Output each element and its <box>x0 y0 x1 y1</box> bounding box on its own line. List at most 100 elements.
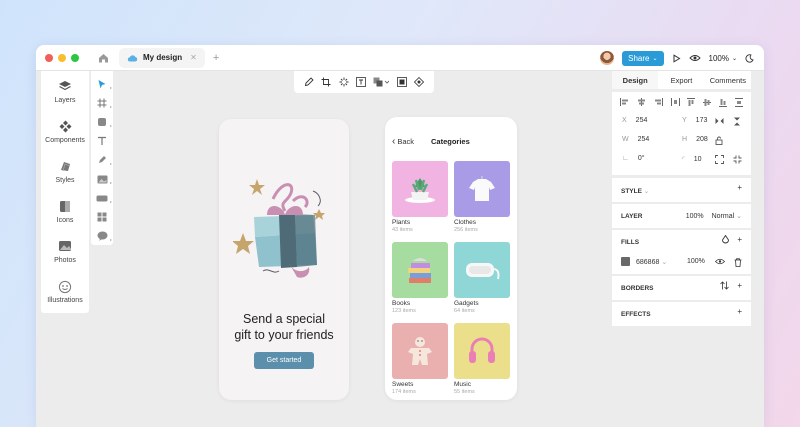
share-button[interactable]: Share ⌄ <box>622 50 664 66</box>
style-label[interactable]: STYLE ⌄ <box>621 187 649 195</box>
align-right-icon[interactable] <box>654 98 663 106</box>
lock-ratio-icon[interactable] <box>715 136 723 145</box>
flip-vertical-icon[interactable] <box>733 117 741 126</box>
layer-opacity[interactable]: 100% <box>686 213 704 220</box>
trash-icon[interactable] <box>734 258 742 267</box>
categories-title: Categories <box>431 137 470 146</box>
close-tab-icon[interactable]: ✕ <box>190 53 197 62</box>
add-fill-icon[interactable]: + <box>737 235 742 244</box>
x-field[interactable]: X 254 <box>622 117 647 124</box>
collapse-icon[interactable] <box>733 155 742 164</box>
tab-export[interactable]: Export <box>658 71 704 89</box>
component-tool-icon[interactable] <box>95 210 109 224</box>
radius-value: 10 <box>693 156 702 163</box>
align-bottom-icon[interactable] <box>719 98 728 107</box>
droplet-icon[interactable] <box>722 235 730 244</box>
align-center-h-icon[interactable] <box>637 98 646 106</box>
select-tool-icon[interactable]: ▸ <box>95 77 112 91</box>
expand-icon[interactable] <box>715 155 724 164</box>
blend-mode-dropdown[interactable]: Normal ⌄ <box>712 212 742 220</box>
layers-stack-icon[interactable] <box>373 77 390 87</box>
category-card-gadgets[interactable]: Gadgets 64 items <box>454 242 510 314</box>
tab-design[interactable]: Design <box>612 71 659 89</box>
tab-my-design[interactable]: My design ✕ <box>119 47 205 68</box>
crop-icon[interactable] <box>321 77 331 87</box>
borders-label: BORDERS <box>621 285 654 292</box>
left-item-styles[interactable]: Styles <box>41 160 89 184</box>
pencil-icon[interactable] <box>304 77 314 87</box>
fill-swatch[interactable] <box>621 257 630 266</box>
tab-comments[interactable]: Comments <box>705 71 751 89</box>
fill-opacity[interactable]: 100% <box>687 258 705 265</box>
titlebar-actions: Share ⌄ 100% ⌄ <box>600 48 754 68</box>
back-button[interactable]: ‹ Back <box>392 136 414 146</box>
category-count: 174 items <box>392 389 416 395</box>
fill-hex-field[interactable]: 686868 ⌄ <box>636 258 667 266</box>
category-card-music[interactable]: Music 55 items <box>454 323 510 395</box>
phone-frame-categories[interactable]: ‹ Back Categories Plants 43 items Clothe… <box>385 117 517 400</box>
y-field[interactable]: Y 173 <box>682 117 707 124</box>
maximize-window-button[interactable] <box>71 53 79 62</box>
left-item-label: Photos <box>54 257 76 264</box>
chevron-down-icon: ⌄ <box>643 188 650 195</box>
pen-tool-icon[interactable]: ▸ <box>95 153 112 167</box>
radius-field[interactable]: ◜ 10 <box>682 155 702 163</box>
get-started-button[interactable]: Get started <box>254 352 314 369</box>
text-tool-icon[interactable] <box>95 134 109 148</box>
rotation-field[interactable]: ∟ 0° <box>622 155 645 162</box>
avatar[interactable] <box>600 51 615 65</box>
category-card-plants[interactable]: Plants 43 items <box>392 161 448 233</box>
chevron-down-icon: ⌄ <box>661 259 668 266</box>
target-icon[interactable] <box>414 77 425 87</box>
category-card-sweets[interactable]: Sweets 174 items <box>392 323 448 395</box>
left-item-layers[interactable]: Layers <box>41 80 89 104</box>
left-item-components[interactable]: Components <box>41 120 89 144</box>
illustrations-icon <box>58 280 72 294</box>
eye-icon[interactable] <box>688 54 701 62</box>
add-effect-icon[interactable]: + <box>737 307 742 316</box>
distribute-h-icon[interactable] <box>670 98 680 106</box>
moon-icon[interactable] <box>745 53 754 63</box>
sort-arrows-icon[interactable] <box>720 281 730 290</box>
align-left-icon[interactable] <box>620 98 629 106</box>
h-field[interactable]: H 208 <box>682 136 708 143</box>
image-tool-icon[interactable]: ▸ <box>95 172 112 186</box>
text-frame-icon[interactable] <box>356 77 366 87</box>
chat-tool-icon[interactable]: ▸ <box>95 229 112 243</box>
home-icon[interactable] <box>97 52 109 64</box>
left-item-illustrations[interactable]: Illustrations <box>41 280 89 304</box>
x-value: 254 <box>635 117 648 124</box>
w-field[interactable]: W 254 <box>622 136 649 143</box>
w-value: 254 <box>637 136 650 143</box>
flip-horizontal-icon[interactable] <box>715 117 724 125</box>
add-style-icon[interactable]: + <box>737 183 742 192</box>
align-top-icon[interactable] <box>687 97 696 107</box>
category-card-books[interactable]: Books 123 items <box>392 242 448 314</box>
eye-icon[interactable] <box>715 258 725 265</box>
category-count: 55 items <box>454 389 475 395</box>
close-window-button[interactable] <box>45 53 53 62</box>
align-center-v-icon[interactable] <box>703 98 712 107</box>
add-border-icon[interactable]: + <box>737 281 742 290</box>
tool-strip: ▸ ▸ ▸ ▸ ▸ ▸ ▸ <box>91 71 113 245</box>
left-item-photos[interactable]: Photos <box>41 240 89 264</box>
magic-icon[interactable] <box>339 77 349 87</box>
shape-tool-icon[interactable]: ▸ <box>95 115 112 129</box>
zoom-dropdown[interactable]: 100% ⌄ <box>709 54 738 63</box>
phone-frame-gift[interactable]: Send a special gift to your friends Get … <box>219 119 349 400</box>
category-card-clothes[interactable]: Clothes 256 items <box>454 161 510 233</box>
button-tool-icon[interactable]: ▸ <box>95 191 112 205</box>
chevron-down-icon: ⌄ <box>652 55 658 62</box>
minimize-window-button[interactable] <box>58 53 66 62</box>
category-name: Music <box>454 381 471 388</box>
right-panel: Design Export Comments X 254 Y 173 W 254 H 2… <box>612 71 751 427</box>
left-item-icons[interactable]: Icons <box>41 200 89 224</box>
left-panel: Layers Components Styles Icons Photos Il… <box>41 71 89 313</box>
grid-frame-icon[interactable] <box>396 77 407 87</box>
clothes-image <box>454 161 510 217</box>
new-tab-icon[interactable]: + <box>213 52 219 64</box>
frame-tool-icon[interactable]: ▸ <box>95 96 112 110</box>
play-icon[interactable] <box>672 53 681 63</box>
distribute-v-icon[interactable] <box>734 97 743 107</box>
borders-section: BORDERS + <box>612 276 751 300</box>
